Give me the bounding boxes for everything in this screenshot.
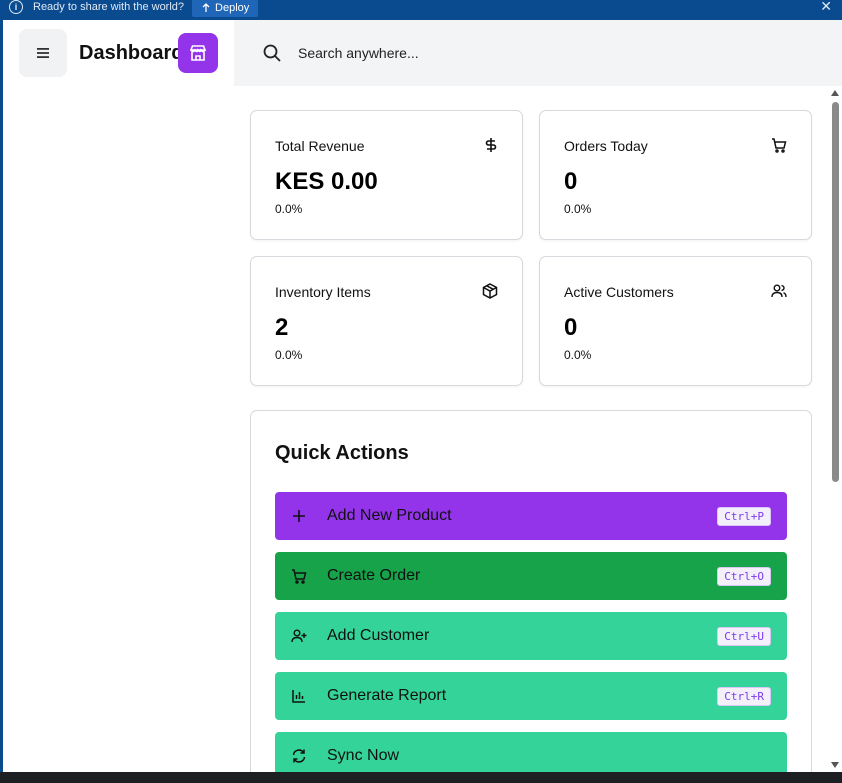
stat-value: 0 bbox=[564, 314, 578, 341]
taskbar-strip bbox=[0, 772, 842, 783]
action-label: Sync Now bbox=[327, 747, 400, 764]
scroll-up-arrow-icon[interactable] bbox=[831, 90, 839, 96]
search-icon bbox=[262, 43, 282, 63]
stat-title: Active Customers bbox=[564, 284, 674, 300]
deploy-icon bbox=[202, 3, 210, 12]
deploy-label: Deploy bbox=[215, 2, 250, 14]
hamburger-icon bbox=[37, 48, 49, 58]
close-banner-icon[interactable]: ✕ bbox=[820, 0, 832, 15]
create-order-button[interactable]: Create Order Ctrl+O bbox=[275, 552, 787, 600]
add-customer-button[interactable]: Add Customer Ctrl+U bbox=[275, 612, 787, 660]
search-input[interactable]: Search anywhere... bbox=[298, 45, 419, 61]
shortcut-badge: Ctrl+U bbox=[717, 626, 771, 646]
dollar-icon bbox=[484, 137, 498, 153]
stat-title: Inventory Items bbox=[275, 284, 371, 300]
sidebar: Dashboard bbox=[3, 20, 234, 772]
stat-value: 2 bbox=[275, 314, 289, 341]
vertical-scrollbar[interactable] bbox=[828, 86, 842, 772]
action-label: Create Order bbox=[327, 567, 421, 584]
action-label: Generate Report bbox=[327, 687, 447, 704]
users-icon bbox=[771, 283, 787, 299]
generate-report-button[interactable]: Generate Report Ctrl+R bbox=[275, 672, 787, 720]
cart-icon bbox=[291, 568, 307, 584]
stat-change: 0.0% bbox=[564, 202, 592, 216]
plus-icon bbox=[291, 508, 307, 524]
scroll-down-arrow-icon[interactable] bbox=[831, 762, 839, 768]
stat-change: 0.0% bbox=[564, 348, 592, 362]
stat-value: 0 bbox=[564, 168, 578, 195]
user-plus-icon bbox=[291, 628, 307, 644]
stat-change: 0.0% bbox=[275, 348, 303, 362]
banner-message: Ready to share with the world? bbox=[33, 0, 185, 13]
store-icon bbox=[189, 45, 207, 61]
action-label: Add Customer bbox=[327, 627, 430, 644]
stat-title: Orders Today bbox=[564, 138, 648, 154]
search-bar[interactable]: Search anywhere... bbox=[234, 20, 842, 86]
stat-value: KES 0.00 bbox=[275, 168, 378, 195]
menu-toggle-button[interactable] bbox=[19, 29, 67, 77]
main-content: Total Revenue KES 0.00 0.0% Orders Today… bbox=[234, 86, 828, 772]
scroll-thumb[interactable] bbox=[832, 102, 839, 482]
info-icon: i bbox=[9, 0, 23, 14]
deploy-button[interactable]: Deploy bbox=[192, 0, 259, 17]
shortcut-badge: Ctrl+P bbox=[717, 506, 771, 526]
deploy-banner: i Ready to share with the world? Deploy … bbox=[0, 0, 842, 20]
package-icon bbox=[482, 283, 498, 299]
refresh-icon bbox=[291, 748, 307, 764]
store-logo[interactable] bbox=[178, 33, 218, 73]
stat-card-customers: Active Customers 0 0.0% bbox=[539, 256, 812, 386]
shortcut-badge: Ctrl+O bbox=[717, 566, 771, 586]
stat-change: 0.0% bbox=[275, 202, 303, 216]
stat-title: Total Revenue bbox=[275, 138, 365, 154]
cart-icon bbox=[771, 137, 787, 153]
stat-card-inventory: Inventory Items 2 0.0% bbox=[250, 256, 523, 386]
action-label: Add New Product bbox=[327, 507, 452, 524]
stat-card-revenue: Total Revenue KES 0.00 0.0% bbox=[250, 110, 523, 240]
quick-actions-title: Quick Actions bbox=[275, 442, 409, 464]
shortcut-badge: Ctrl+R bbox=[717, 686, 771, 706]
stat-card-orders: Orders Today 0 0.0% bbox=[539, 110, 812, 240]
sync-now-button[interactable]: Sync Now bbox=[275, 732, 787, 772]
app-title: Dashboard bbox=[79, 42, 184, 64]
quick-actions-panel: Quick Actions Add New Product Ctrl+P Cre… bbox=[250, 410, 812, 772]
add-product-button[interactable]: Add New Product Ctrl+P bbox=[275, 492, 787, 540]
bar-chart-icon bbox=[291, 688, 307, 704]
